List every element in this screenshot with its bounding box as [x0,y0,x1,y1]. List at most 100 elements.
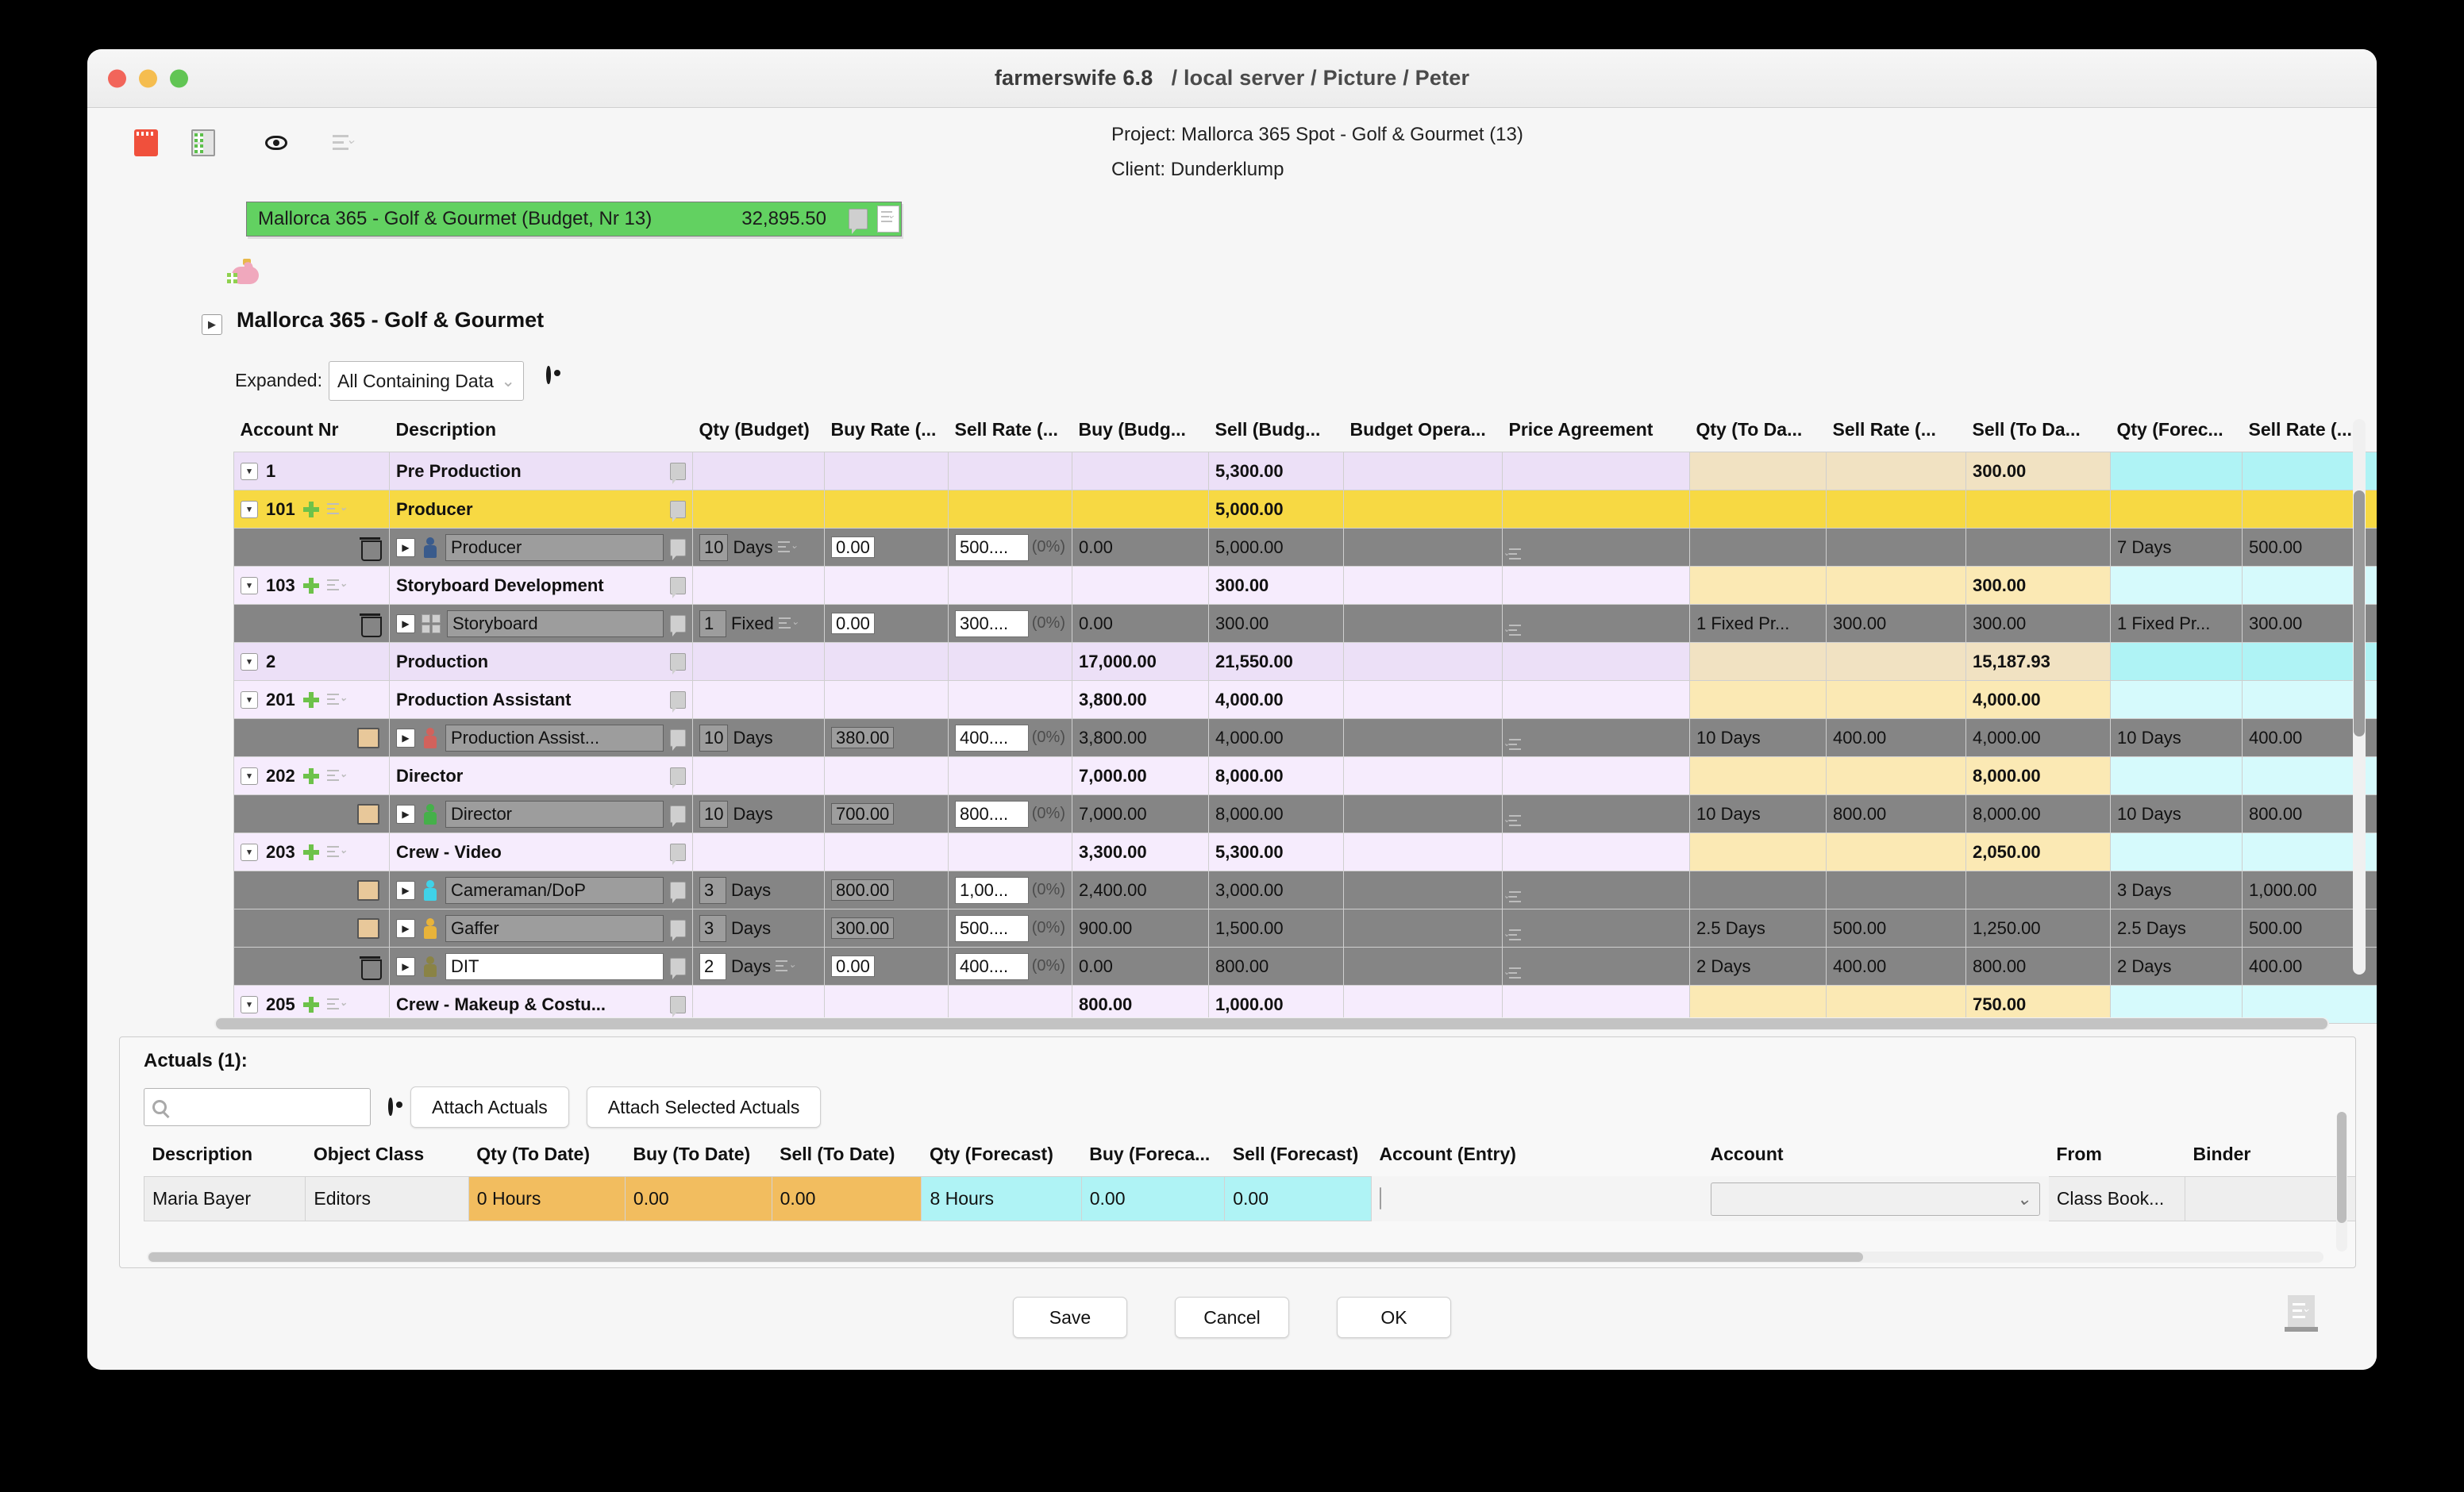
cancel-button[interactable]: Cancel [1175,1297,1289,1338]
sell-rate-cell[interactable]: 300.... (0%) [948,604,1072,643]
sell-to-date-cell[interactable]: 300.00 [1965,604,2111,643]
table-row[interactable]: ▶ Gaffer 3 Days 300.00 500.... (0%) 900.00 1,500… [233,909,2377,948]
buy-budget-cell[interactable]: 0.00 [1072,528,1209,567]
actuals-row[interactable]: Maria Bayer Editors 0 Hours 0.00 0.00 8 Hours… [143,1176,2355,1221]
buy-rate-input[interactable]: 0.00 [831,955,875,977]
note-icon[interactable] [670,576,686,598]
expanded-eye-icon[interactable] [546,366,551,384]
qty-to-date-cell[interactable]: 2.5 Days [1689,909,1827,948]
buy-rate-cell[interactable]: 700.00 [824,794,949,833]
sell-to-date-cell[interactable]: 4,000.00 [1965,718,2111,757]
qty-to-date-cell[interactable]: 10 Days [1689,794,1827,833]
sell-rate-cell[interactable]: 500.... (0%) [948,528,1072,567]
sell-rate-input[interactable]: 400.... [955,724,1029,752]
sell-budget-cell[interactable]: 300.00 [1208,604,1344,643]
sell-rate-to-date-cell[interactable] [1826,871,1966,909]
eye-icon[interactable] [259,125,294,160]
sell-rate-cell[interactable]: 400.... (0%) [948,718,1072,757]
buy-rate-cell[interactable]: 0.00 [824,947,949,986]
scroll-thumb[interactable] [216,1018,2327,1029]
ok-button[interactable]: OK [1337,1297,1451,1338]
price-agreement-cell[interactable]: ⌄ [1502,871,1690,909]
sell-rate-input[interactable]: 1,00... [955,876,1029,904]
note-icon[interactable] [670,805,686,827]
budget-bar[interactable]: Mallorca 365 - Golf & Gourmet (Budget, N… [246,202,902,236]
save-button[interactable]: Save [1013,1297,1127,1338]
budget-operator-cell[interactable] [1343,871,1503,909]
account-select[interactable]: ⌄ [1711,1182,2040,1216]
qty-forecast-cell[interactable]: 10 Days [2110,718,2243,757]
description-cell[interactable]: ▶ Production Assist... [389,718,693,757]
buy-rate-input[interactable]: 700.00 [831,802,895,825]
sell-rate-to-date-cell[interactable]: 300.00 [1826,604,1966,643]
buy-rate-cell[interactable]: 0.00 [824,604,949,643]
buy-rate-input[interactable]: 0.00 [831,612,875,634]
sell-rate-cell[interactable]: 400.... (0%) [948,947,1072,986]
budget-operator-cell[interactable] [1343,909,1503,948]
expand-booking-icon[interactable]: ▶ [396,613,415,633]
add-item-icon[interactable] [302,577,319,594]
note-icon[interactable] [670,652,686,675]
qty-budget-cell[interactable]: 3 Days [692,871,825,909]
account-cell[interactable] [233,871,390,909]
row-menu-icon[interactable]: ⌄ [326,502,348,517]
actuals-search-input[interactable] [144,1088,371,1126]
sell-budget-cell[interactable]: 1,500.00 [1208,909,1344,948]
budget-operator-cell[interactable] [1343,794,1503,833]
expand-booking-icon[interactable]: ▶ [396,956,415,976]
note-icon[interactable] [670,957,686,979]
price-agreement-cell[interactable]: ⌄ [1502,718,1690,757]
buy-rate-cell[interactable]: 0.00 [824,528,949,567]
qty-input[interactable]: 3 [699,914,726,942]
account-cell[interactable] [233,604,390,643]
qty-to-date-cell[interactable] [1689,871,1827,909]
buy-budget-cell[interactable]: 900.00 [1072,909,1209,948]
description-input[interactable]: Director [445,800,664,828]
note-icon[interactable] [670,538,686,560]
act-qty-to-date[interactable]: 0 Hours [468,1176,626,1221]
expand-icon[interactable]: ▾ [241,500,258,518]
qty-forecast-cell[interactable]: 1 Fixed Pr... [2110,604,2243,643]
table-row[interactable]: ▾202⌄Director7,000.008,000.008,000.008,0… [233,756,2377,795]
sell-to-date-cell[interactable]: 1,250.00 [1965,909,2111,948]
act-qty-forecast[interactable]: 8 Hours [921,1176,1082,1221]
delete-row-icon[interactable] [360,956,382,980]
expand-icon[interactable]: ▾ [241,462,258,480]
sell-rate-cell[interactable]: 1,00... (0%) [948,871,1072,909]
row-menu-icon[interactable]: ⌄ [326,768,348,783]
row-menu-icon[interactable]: ⌄ [777,540,799,555]
account-cell[interactable] [233,528,390,567]
minimize-window-button[interactable] [139,69,157,87]
sell-rate-to-date-cell[interactable]: 800.00 [1826,794,1966,833]
note-icon[interactable] [670,729,686,751]
act-sell-to-date[interactable]: 0.00 [771,1176,922,1221]
qty-input[interactable]: 3 [699,876,726,904]
table-horizontal-scrollbar[interactable] [214,1017,2329,1030]
row-menu-icon[interactable]: ⌄ [326,692,348,707]
add-list-icon[interactable] [186,125,221,160]
description-input[interactable]: Cameraman/DoP [445,876,664,904]
attach-selected-actuals-button[interactable]: Attach Selected Actuals [586,1086,822,1128]
qty-to-date-cell[interactable]: 1 Fixed Pr... [1689,604,1827,643]
table-row[interactable]: ▾2Production17,000.0021,550.0015,187.931… [233,642,2377,681]
scroll-thumb[interactable] [148,1252,1863,1262]
close-window-button[interactable] [108,69,126,87]
description-cell[interactable]: ▶ Cameraman/DoP [389,871,693,909]
note-icon[interactable] [670,881,686,903]
qty-forecast-cell[interactable]: 2 Days [2110,947,2243,986]
add-item-icon[interactable] [302,767,319,784]
expand-booking-icon[interactable]: ▶ [396,804,415,824]
sell-rate-input[interactable]: 500.... [955,914,1029,942]
buy-budget-cell[interactable]: 0.00 [1072,947,1209,986]
buy-budget-cell[interactable]: 0.00 [1072,604,1209,643]
act-buy-to-date[interactable]: 0.00 [624,1176,772,1221]
description-input[interactable]: Producer [445,533,664,561]
calendar-icon[interactable] [129,125,164,160]
note-icon[interactable] [849,209,868,234]
expand-booking-icon[interactable]: ▶ [396,728,415,748]
table-vertical-scrollbar[interactable] [2353,419,2366,975]
qty-input[interactable]: 10 [699,724,729,752]
buy-budget-cell[interactable]: 2,400.00 [1072,871,1209,909]
note-icon[interactable] [670,767,686,789]
account-cell[interactable] [233,947,390,986]
